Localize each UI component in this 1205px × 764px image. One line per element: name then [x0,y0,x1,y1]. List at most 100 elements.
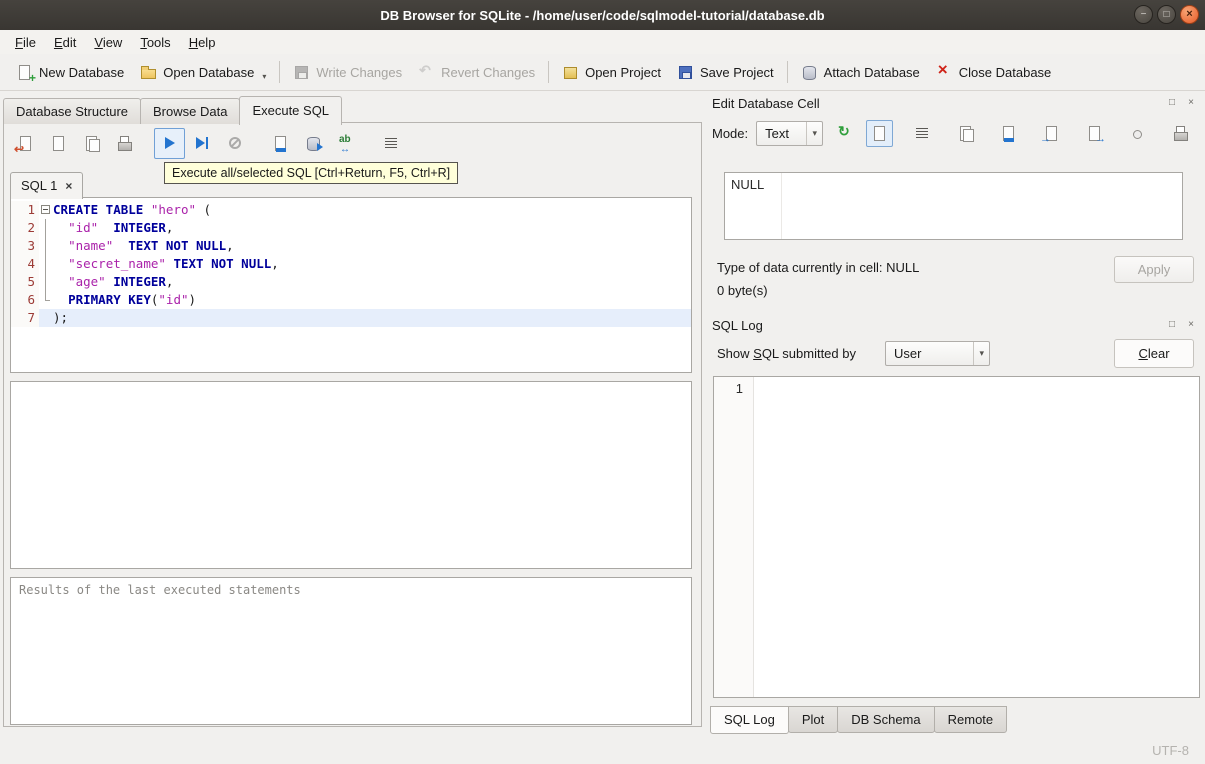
open-sql-file-button[interactable] [10,128,41,159]
sql-log-view[interactable]: 1 [713,376,1200,698]
tab-database-structure[interactable]: Database Structure [3,98,142,124]
encoding-indicator: UTF-8 [1152,742,1189,758]
new-database-button[interactable]: New Database [8,60,132,85]
stop-icon [227,135,244,152]
bottom-tab-remote[interactable]: Remote [933,706,1008,733]
chevron-down-icon: ▾ [806,121,822,145]
set-null-icon [1129,125,1146,142]
export-to-file-button[interactable] [1081,120,1108,147]
fold-marker [39,255,53,273]
save-results-button[interactable] [298,128,329,159]
close-panel-icon[interactable]: × [1184,318,1198,332]
right-dock-area: Edit Database Cell □ × Mode: Text ▾ NULL… [705,92,1202,740]
clear-button[interactable]: Clear [1114,339,1194,368]
menu-file[interactable]: File [6,32,45,53]
copy-button[interactable] [952,120,979,147]
sql-log-filter-select[interactable]: User ▾ [885,341,990,366]
sql-file-tab[interactable]: SQL 1 × [10,172,84,199]
print-button[interactable] [1167,120,1194,147]
code-text: "id" INTEGER, [68,220,174,235]
editor-line: 3 "name" TEXT NOT NULL, [11,237,691,255]
open-database-icon [140,64,157,81]
bottom-tab-db-schema[interactable]: DB Schema [837,706,935,733]
stop-button [220,128,251,159]
copy-icon [957,125,974,142]
edit-cell-toolbar-right [866,119,1194,147]
window-close-button[interactable]: × [1180,5,1199,24]
sql-toolbar [10,128,407,159]
window-maximize-button[interactable]: □ [1157,5,1176,24]
menu-tools[interactable]: Tools [131,32,179,53]
open-sql-file-icon [14,135,34,156]
close-database-button[interactable]: Close Database [928,60,1060,85]
attach-database-button[interactable]: Attach Database [793,60,928,85]
paste-button[interactable] [995,120,1022,147]
code-text: "age" INTEGER, [68,274,174,289]
window-title: DB Browser for SQLite - /home/user/code/… [380,7,825,23]
editor-line: 4 "secret_name" TEXT NOT NULL, [11,255,691,273]
set-null-button[interactable] [1124,120,1151,147]
export-results-button[interactable] [265,128,296,159]
tab-browse-data[interactable]: Browse Data [140,98,241,124]
auto-switch-mode-button[interactable] [831,120,858,147]
sql-editor[interactable]: 1 CREATE TABLE "hero" (2 "id" INTEGER, 3 "… [10,197,692,373]
window-minimize-button[interactable]: − [1134,5,1153,24]
execute-current-line-button[interactable] [187,128,218,159]
cell-editor[interactable]: NULL [724,172,1183,240]
line-number: 6 [11,291,39,309]
bottom-tab-plot[interactable]: Plot [787,706,839,733]
format-sql-icon [383,135,400,152]
fold-marker[interactable] [39,201,53,219]
edit-cell-dock-header: Edit Database Cell □ × [705,92,1198,114]
clear-label-suffix: lear [1147,346,1170,361]
print-icon [116,135,133,152]
results-message-pane: Results of the last executed statements [10,577,692,725]
close-panel-icon[interactable]: × [1184,96,1198,110]
save-project-icon [677,64,694,81]
float-panel-icon[interactable]: □ [1165,96,1179,110]
menu-edit[interactable]: Edit [45,32,85,53]
toolbar-separator [548,61,550,83]
main-toolbar: New Database Open Database ▾ Write Changes R… [0,54,1205,91]
execute-current-line-icon [194,135,211,152]
open-database-button[interactable]: Open Database ▾ [132,60,274,85]
save-sql-file-button[interactable] [43,128,74,159]
toolbar-button-label: New Database [39,64,125,80]
word-wrap-button[interactable] [909,120,936,147]
bottom-tab-sql-log[interactable]: SQL Log [710,706,789,734]
new-database-icon [16,64,36,85]
menu-view[interactable]: View [85,32,131,53]
float-panel-icon[interactable]: □ [1165,318,1179,332]
save-sql-file-as-button[interactable] [76,128,107,159]
line-number: 2 [11,219,39,237]
toolbar-button-label: Close Database [958,64,1052,80]
auto-switch-mode-icon [836,123,853,142]
save-project-button[interactable]: Save Project [669,60,782,85]
menu-help[interactable]: Help [180,32,225,53]
tab-execute-sql[interactable]: Execute SQL [239,96,343,125]
find-replace-button[interactable] [331,128,362,159]
execute-sql-panel: Execute all/selected SQL [Ctrl+Return, F… [3,122,702,727]
editor-line: 2 "id" INTEGER, [11,219,691,237]
format-sql-button[interactable] [376,128,407,159]
sql-file-tab-bar: SQL 1 × [10,168,84,199]
toolbar-button-label: Revert Changes [441,64,536,80]
titlebar: DB Browser for SQLite - /home/user/code/… [0,0,1205,30]
import-from-file-button[interactable] [1038,120,1065,147]
splitter-handle[interactable] [10,569,692,577]
revert-changes-icon [418,62,435,81]
fold-marker [39,309,53,327]
toolbar-separator [142,143,152,144]
execute-all-button[interactable] [154,128,185,159]
text-mode-button[interactable] [866,119,893,147]
apply-button[interactable]: Apply [1114,256,1194,283]
line-number: 5 [11,273,39,291]
print-button[interactable] [109,128,140,159]
fold-marker [39,291,53,309]
code-text: ); [53,310,69,325]
open-project-button[interactable]: Open Project [554,60,669,85]
cell-mode-select[interactable]: Text ▾ [756,120,823,146]
close-tab-icon[interactable]: × [65,180,72,192]
toolbar-button-label: Open Database [163,64,255,80]
splitter-handle[interactable] [10,373,692,381]
